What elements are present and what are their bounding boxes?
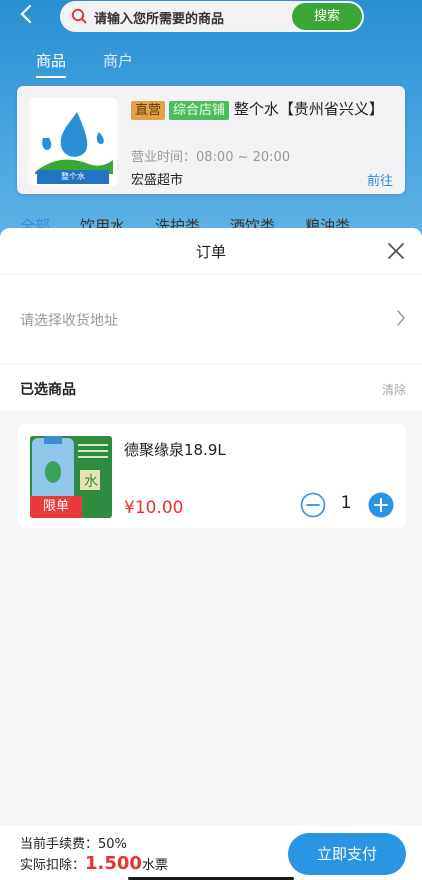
product-image-char: 水 bbox=[84, 474, 98, 490]
store-hours: 营业时间：08:00 ~ 20:00 bbox=[131, 150, 291, 165]
address-placeholder: 请选择收货地址 bbox=[20, 313, 118, 329]
deduct-unit: 水票 bbox=[141, 858, 168, 873]
store-name: 整个水【贵州省兴义】 bbox=[233, 100, 384, 118]
sheet-title: 订单 bbox=[195, 243, 226, 261]
store-logo: 整个水 bbox=[29, 98, 117, 186]
product-name: 德聚缘泉18.9L bbox=[124, 441, 226, 459]
search-input[interactable]: 请输入您所需要的商品 搜索 bbox=[60, 1, 364, 32]
store-card[interactable]: 整个水 直营 综合店铺 整个水【贵州省兴义】 营业时间：08:00 ~ 20:00… bbox=[17, 86, 405, 194]
product-card: 水 限单 德聚缘泉18.9L ¥10.00 1 bbox=[18, 424, 406, 528]
top-nav-bar: 请输入您所需要的商品 搜索 bbox=[0, 0, 422, 38]
deduct-amount: 1.500 bbox=[85, 853, 142, 874]
deduct-row: 实际扣除：1.500水票 bbox=[20, 853, 168, 874]
store-go-link[interactable]: 前往 bbox=[367, 170, 393, 189]
search-button[interactable]: 搜索 bbox=[292, 3, 362, 30]
minus-circle-icon[interactable] bbox=[300, 492, 326, 518]
pay-now-button[interactable]: 立即支付 bbox=[288, 833, 406, 875]
store-info: 直营 综合店铺 整个水【贵州省兴义】 bbox=[131, 98, 397, 120]
store-page-background: 请输入您所需要的商品 搜索 商品 商户 整个水 直营 综合店铺 整个水【贵州省兴义… bbox=[0, 0, 422, 250]
tag-store-type: 综合店铺 bbox=[169, 101, 230, 120]
fee-text: 当前手续费：50% bbox=[20, 837, 127, 852]
chevron-right-icon bbox=[397, 310, 405, 326]
tab-products[interactable]: 商品 bbox=[36, 50, 67, 78]
order-sheet: 订单 请选择收货地址 已选商品 清除 水 限单 德聚缘泉18.9L ¥10.00… bbox=[0, 228, 422, 880]
search-icon bbox=[71, 8, 87, 24]
selected-items-title: 已选商品 bbox=[20, 382, 76, 398]
search-placeholder: 请输入您所需要的商品 bbox=[94, 12, 225, 27]
back-button[interactable] bbox=[16, 4, 36, 31]
limit-badge: 限单 bbox=[30, 496, 82, 518]
address-selector[interactable]: 请选择收货地址 bbox=[0, 275, 422, 363]
payment-footer: 当前手续费：50% 实际扣除：1.500水票 立即支付 bbox=[0, 826, 422, 880]
product-price: ¥10.00 bbox=[124, 498, 184, 518]
sheet-header: 订单 bbox=[0, 228, 422, 275]
top-tabs: 商品 商户 bbox=[36, 50, 133, 78]
tag-direct: 直营 bbox=[131, 101, 166, 120]
selected-items-header: 已选商品 清除 bbox=[0, 365, 422, 411]
quantity-value: 1 bbox=[340, 493, 352, 513]
close-icon[interactable] bbox=[386, 241, 406, 261]
tab-merchants[interactable]: 商户 bbox=[103, 50, 133, 71]
logo-caption: 整个水 bbox=[37, 170, 109, 184]
product-image: 水 限单 bbox=[30, 436, 112, 518]
store-title: 宏盛超市 bbox=[131, 173, 184, 188]
chevron-left-icon bbox=[20, 4, 32, 24]
clear-button[interactable]: 清除 bbox=[382, 381, 406, 398]
deduct-label: 实际扣除： bbox=[20, 858, 86, 873]
plus-circle-icon[interactable] bbox=[368, 492, 394, 518]
